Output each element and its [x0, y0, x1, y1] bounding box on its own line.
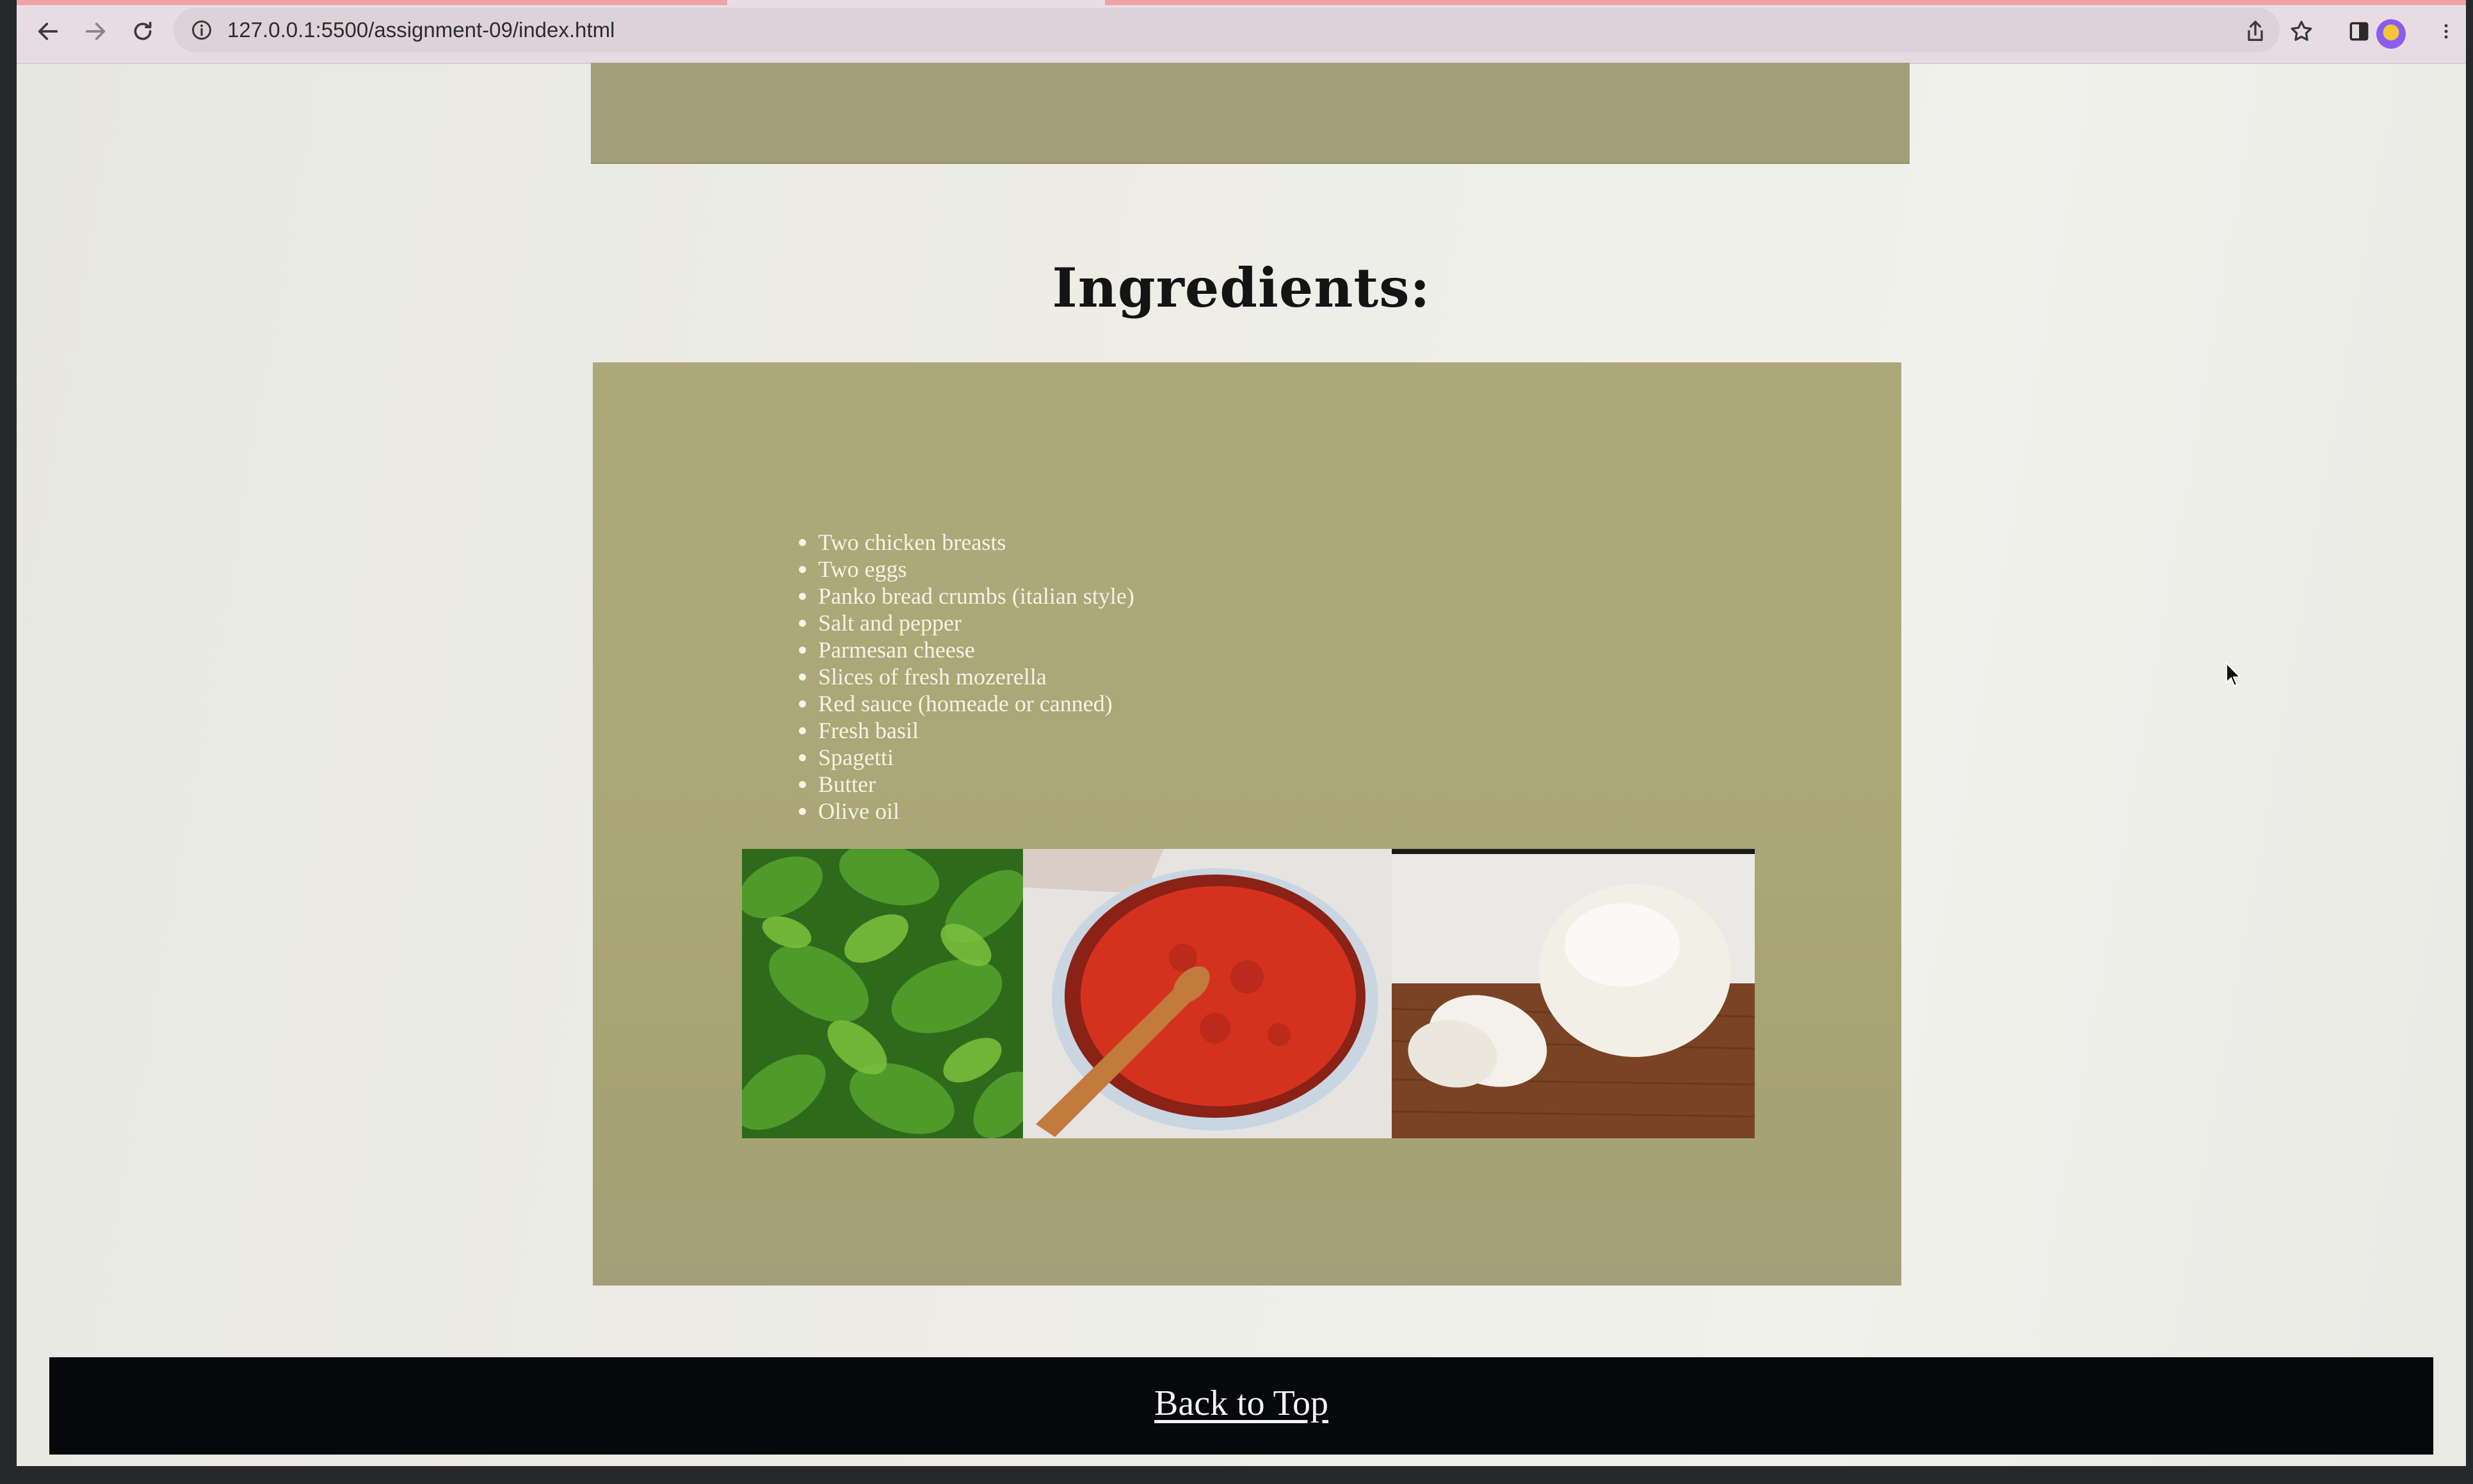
list-item: Red sauce (homeade or canned) [799, 690, 1134, 717]
reload-button[interactable] [125, 14, 160, 49]
url-text[interactable]: 127.0.0.1:5500/assignment-09/index.html [227, 17, 615, 44]
list-item: Salt and pepper [799, 609, 1134, 636]
back-to-top-link[interactable]: Back to Top [49, 1383, 2433, 1424]
more-menu-icon [2444, 24, 2448, 39]
section-title: Ingredients: [1052, 256, 1431, 319]
share-button[interactable] [2241, 17, 2270, 46]
list-item: Two chicken breasts [799, 529, 1134, 556]
list-item: Butter [799, 771, 1134, 798]
bookmark-star-icon [2291, 20, 2312, 41]
previous-section-panel [591, 63, 1910, 164]
share-icon [2248, 20, 2263, 41]
tab-strip-accent [17, 0, 727, 5]
browser-toolbar: 127.0.0.1:5500/assignment-09/index.html [17, 0, 2466, 64]
forward-button[interactable] [78, 14, 113, 49]
list-item: Parmesan cheese [799, 636, 1134, 663]
more-menu-button[interactable] [2437, 17, 2456, 46]
reload-icon [134, 21, 152, 40]
mouse-cursor-icon [2226, 662, 2242, 687]
footer: Back to Top [49, 1357, 2433, 1455]
fresh-basil-photo [742, 849, 1023, 1138]
address-bar[interactable]: 127.0.0.1:5500/assignment-09/index.html [173, 8, 2280, 52]
tab-strip-accent [1105, 0, 2466, 5]
list-item: Two eggs [799, 556, 1134, 583]
back-button[interactable] [31, 14, 65, 49]
side-panel-icon [2349, 22, 2369, 41]
ingredient-list: Two chicken breasts Two eggs Panko bread… [799, 529, 1134, 825]
red-sauce-pot-photo [1023, 849, 1392, 1138]
side-panel-button[interactable] [2344, 17, 2374, 46]
forward-arrow-icon [85, 22, 106, 40]
list-item: Spagetti [799, 744, 1134, 771]
info-icon[interactable] [190, 19, 213, 42]
profile-avatar[interactable] [2376, 19, 2406, 49]
browser-window: 127.0.0.1:5500/assignment-09/index.html … [17, 0, 2466, 1466]
list-item: Panko bread crumbs (italian style) [799, 583, 1134, 609]
back-arrow-icon [38, 22, 58, 40]
list-item: Slices of fresh mozerella [799, 663, 1134, 690]
ingredients-panel: Two chicken breasts Two eggs Panko bread… [593, 362, 1901, 1286]
list-item: Fresh basil [799, 717, 1134, 744]
mozzarella-photo [1392, 849, 1755, 1138]
list-item: Olive oil [799, 798, 1134, 825]
bookmark-button[interactable] [2287, 17, 2316, 46]
